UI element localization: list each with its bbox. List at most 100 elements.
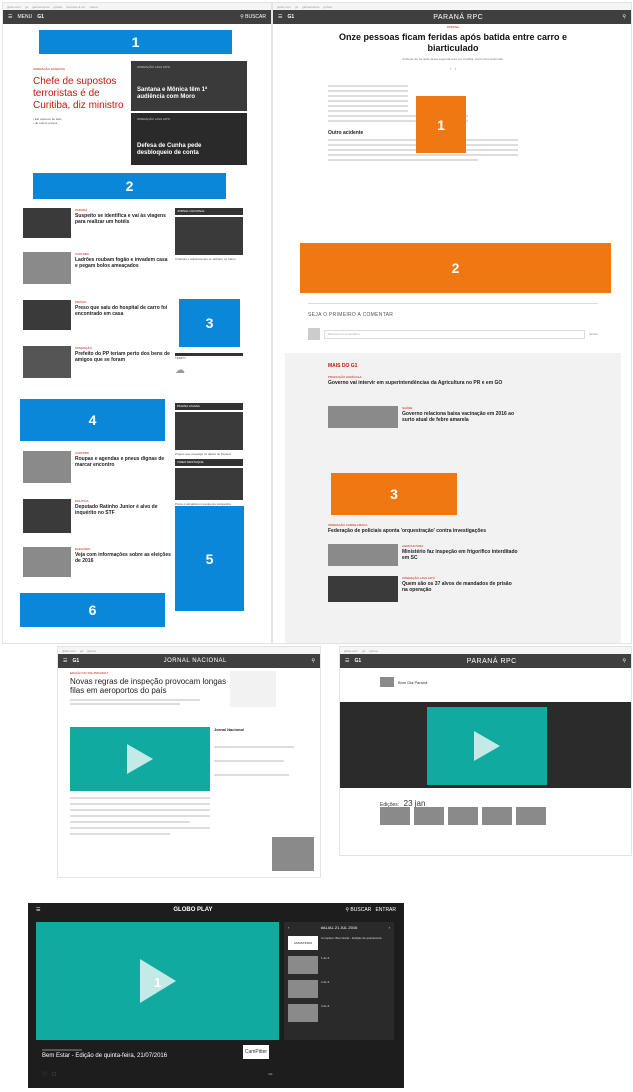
comment-submit-button[interactable]: Enviar — [589, 332, 598, 336]
more-item[interactable]: OPERAÇÃO CARNE FRACA Federação de polici… — [328, 523, 518, 534]
play-icon[interactable] — [127, 744, 153, 774]
title-kicker-line — [42, 1049, 82, 1051]
g1-logo[interactable]: G1 — [72, 658, 79, 664]
side-kicker: JORNAL NACIONAL — [175, 208, 243, 215]
search-icon[interactable]: ⚲ — [622, 14, 626, 20]
feature-2[interactable]: OPERAÇÃO LAVA JATO Defesa de Cunha pede … — [131, 113, 247, 165]
program-line — [214, 760, 284, 762]
topbar-link[interactable]: globo.com — [7, 5, 21, 9]
program-name[interactable]: Jornal Nacional — [214, 727, 304, 732]
side-thumb — [175, 468, 243, 500]
program-line — [214, 774, 289, 776]
more-thumb — [328, 576, 398, 602]
playlist-panel: ‹ #ALIAL 21 JUL 2016 › ASSISTINDO Comple… — [284, 922, 394, 1040]
playlist-thumb — [288, 980, 318, 998]
side-thumb[interactable] — [175, 217, 243, 255]
rpc-article-screenshot: globo.com g1 globoesporte gshow ☰ G1 PARANÁ … — [273, 3, 631, 643]
menu-icon[interactable]: ☰ — [8, 14, 12, 20]
video-player[interactable] — [427, 707, 547, 785]
edition-thumb[interactable] — [380, 807, 410, 825]
news-item[interactable]: PRISÃO Preso que saiu do hospital de carr… — [23, 300, 171, 346]
topbar-link[interactable]: vídeos — [89, 5, 98, 9]
feature-1[interactable]: OPERAÇÃO LAVA JATO Santana e Mônica têm … — [131, 61, 247, 111]
jn-title: Novas regras de inspeção provocam longas… — [70, 677, 227, 695]
menu-icon[interactable]: ☰ — [36, 907, 40, 913]
rpc-navbar: ☰ G1 PARANÁ RPC ⚲ — [340, 654, 631, 668]
g1-logo[interactable]: G1 — [37, 14, 44, 20]
side-box-2[interactable]: PAGINA LIGADA Projeto que investiga os d… — [175, 403, 243, 456]
news-item[interactable]: PARANÁ Suspeito se identifica e vai às vi… — [23, 208, 171, 252]
playlist-date: #ALIAL 21 JUL 2016 — [320, 925, 358, 930]
share-icons[interactable]: f t — [293, 66, 613, 71]
heart-icon[interactable]: ♡ — [42, 1072, 47, 1078]
menu-icon[interactable]: ☰ — [278, 14, 282, 20]
news-item[interactable]: POLÍTICA Deputado Ratinho Junior é alvo d… — [23, 499, 171, 547]
topbar-link[interactable]: gshow — [54, 5, 63, 9]
playlist-item[interactable]: ASSISTINDO Completo: Bem Estar - Edição … — [284, 933, 394, 953]
edition-thumb[interactable] — [448, 807, 478, 825]
subtitle-line — [70, 703, 180, 705]
paragraph-line — [328, 85, 408, 87]
topbar-link[interactable]: g1 — [25, 5, 28, 9]
news-item[interactable]: OPERAÇÃO Prefeito do PP teriam perto dos … — [23, 346, 171, 392]
search-icon[interactable]: ⚲ — [622, 658, 626, 664]
menu-label[interactable]: MENU — [17, 14, 32, 20]
share-icon[interactable]: ➦ — [268, 1071, 273, 1078]
sponsor-logo[interactable]: CamPitter — [245, 1049, 267, 1055]
menu-icon[interactable]: ☰ — [63, 658, 67, 664]
ad-slot-3: 3 — [179, 299, 240, 347]
chevron-right-icon[interactable]: › — [389, 925, 390, 930]
rpc-logo[interactable]: PARANÁ RPC — [467, 658, 517, 665]
lead-story[interactable]: OPERAÇÃO HASHTAG Chefe de supostos terro… — [33, 67, 128, 125]
playlist-item[interactable]: 3 de 6 — [284, 1001, 394, 1025]
jn-logo[interactable]: JORNAL NACIONAL — [164, 658, 227, 664]
article-kicker: PARANÁ — [446, 25, 460, 29]
play-icon[interactable] — [474, 731, 500, 761]
edition-thumb[interactable] — [414, 807, 444, 825]
news-item[interactable]: CURITIBA Ladrões roubam fogão e invadem c… — [23, 252, 171, 300]
car-thumb[interactable] — [272, 837, 314, 871]
news-item[interactable]: ELEIÇÕES Veja com informações sobre as el… — [23, 547, 171, 591]
lead-kicker: OPERAÇÃO HASHTAG — [33, 67, 66, 71]
comment-icon[interactable]: □ — [52, 1072, 56, 1078]
search-icon[interactable]: ⚲ — [311, 658, 315, 664]
jn-article-header: EDIÇÃO DO DIA 25/04/2017 Novas regras de… — [70, 671, 230, 705]
side-box-3[interactable]: VIDEO DESTAQUE Ponte é atingida por equi… — [175, 459, 243, 506]
search-icon[interactable]: ⚲ — [345, 907, 349, 913]
news-thumb — [23, 499, 71, 533]
video-player[interactable]: 1 — [36, 922, 279, 1040]
more-item[interactable]: OPERAÇÃO LAVA JATO Quem são os 37 alvos d… — [328, 576, 518, 602]
news-thumb — [23, 252, 71, 284]
side-column: JORNAL NACIONAL Crianças e adolescentes … — [175, 208, 243, 261]
video-player[interactable] — [70, 727, 210, 791]
show-name[interactable]: Bom Dia Paraná — [398, 680, 427, 685]
program-box: Jornal Nacional — [214, 727, 304, 776]
search-icon[interactable]: ⚲ — [240, 14, 244, 20]
topbar-link[interactable]: famosos & etc — [66, 5, 85, 9]
search-label[interactable]: BUSCAR — [350, 907, 371, 913]
side-title[interactable]: Crianças e adolescentes se dividem no ba… — [175, 257, 243, 261]
jn-kicker: EDIÇÃO DO DIA 25/04/2017 — [70, 671, 109, 675]
topbar-link[interactable]: globoesporte — [32, 5, 49, 9]
globoplay-navbar: ☰ GLOBO PLAY ⚲ BUSCAR ENTRAR — [28, 903, 404, 917]
more-item[interactable]: PRODUÇÃO AGRÍCOLA Governo vai intervir e… — [328, 375, 518, 386]
paragraph-line — [328, 90, 408, 92]
comment-input[interactable]: Escreva um comentário... — [324, 329, 586, 339]
paragraph-line — [70, 821, 190, 823]
rpc-logo[interactable]: PARANÁ RPC — [433, 14, 483, 21]
side-title: Projeto que investiga os dados do Paraná — [175, 452, 231, 456]
more-item[interactable]: AGRICULTURA Ministério faz inspeção em fr… — [328, 544, 518, 566]
menu-icon[interactable]: ☰ — [345, 658, 349, 664]
playlist-item[interactable]: 2 de 6 — [284, 977, 394, 1001]
search-label[interactable]: BUSCAR — [245, 14, 266, 20]
enter-button[interactable]: ENTRAR — [375, 907, 396, 913]
playlist-item[interactable]: 1 de 6 — [284, 953, 394, 977]
edition-thumb[interactable] — [482, 807, 512, 825]
news-item[interactable]: CURITIBA Roupas e agendas e pneus dignas … — [23, 451, 171, 499]
news-thumb — [23, 346, 71, 378]
side-kicker: VIDEO DESTAQUE — [175, 459, 243, 466]
chevron-left-icon[interactable]: ‹ — [288, 925, 289, 930]
globoplay-logo[interactable]: GLOBO PLAY — [173, 907, 212, 913]
more-item[interactable]: SAÚDE Governo relaciona baixa vacinação e… — [328, 406, 518, 428]
edition-thumb[interactable] — [516, 807, 546, 825]
